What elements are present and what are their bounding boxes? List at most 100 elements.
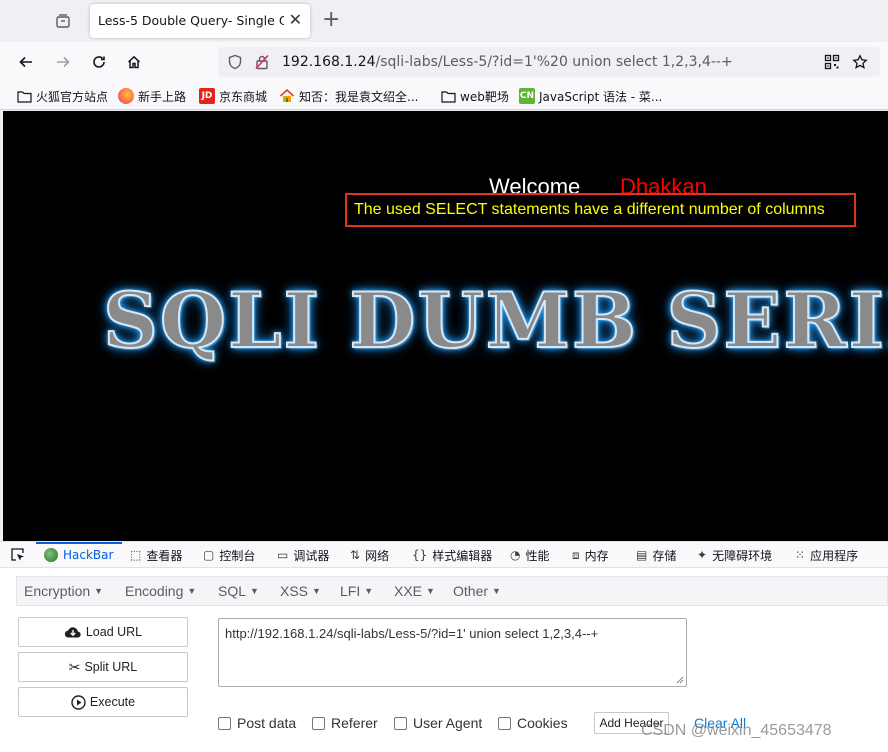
hackbar-icon xyxy=(44,548,58,562)
tab-application[interactable]: ⁙ 应用程序 xyxy=(795,546,858,564)
menu-other[interactable]: Other ▼ xyxy=(453,583,501,599)
tab-storage[interactable]: ▤ 存储 xyxy=(636,546,676,564)
option-label: Cookies xyxy=(517,715,568,731)
scissors-icon: ✂ xyxy=(68,658,81,675)
bookmark-item[interactable]: CN JavaScript 语法 - 菜... xyxy=(519,87,662,105)
load-url-label: Load URL xyxy=(85,625,143,639)
application-icon: ⁙ xyxy=(795,548,806,562)
menu-xxe[interactable]: XXE ▼ xyxy=(394,583,435,599)
insecure-lock-icon[interactable] xyxy=(254,54,270,70)
devtools-tab-label: 无障碍环境 xyxy=(712,548,773,563)
forward-button[interactable] xyxy=(51,50,75,74)
menu-xss[interactable]: XSS ▼ xyxy=(280,583,321,599)
url-text[interactable]: 192.168.1.24/sqli-labs/Less-5/?id=1'%20 … xyxy=(282,54,733,70)
execute-button[interactable]: Execute xyxy=(18,687,188,717)
picker-icon xyxy=(11,548,24,561)
cn-icon: CN xyxy=(519,88,535,104)
split-url-button[interactable]: ✂ Split URL xyxy=(18,652,188,682)
tab-network[interactable]: ⇅ 网络 xyxy=(350,546,389,564)
tab-inspector[interactable]: ⬚ 查看器 xyxy=(130,546,182,564)
tab-list-button[interactable] xyxy=(50,8,76,34)
tab-close-icon[interactable]: ✕ xyxy=(289,10,302,30)
memory-icon: ⧈ xyxy=(572,547,580,562)
sql-error-message: The used SELECT statements have a differ… xyxy=(354,201,825,218)
style-editor-icon: {} xyxy=(412,548,428,562)
sqli-banner: SQLI DUMB SERIES xyxy=(102,275,888,366)
network-icon: ⇅ xyxy=(350,548,361,562)
bookmark-label: web靶场 xyxy=(460,89,509,104)
bookmark-item[interactable]: 知否：我是袁文绍全... xyxy=(279,87,418,105)
tab-memory[interactable]: ⧈ 内存 xyxy=(572,546,609,564)
option-label: Referer xyxy=(331,715,378,731)
reload-button[interactable] xyxy=(87,50,111,74)
qr-code-icon[interactable] xyxy=(824,54,840,70)
tab-performance[interactable]: ◔ 性能 xyxy=(510,546,550,564)
tab-style-editor[interactable]: {} 样式编辑器 xyxy=(412,546,492,564)
bookmarks-toolbar: 火狐官方站点 新手上路 JD 京东商城 知否：我是袁文绍全... web靶场 C… xyxy=(0,82,888,110)
hackbar-panel: Encryption ▼ Encoding ▼ SQL ▼ XSS ▼ LFI ▼ XXE… xyxy=(0,568,888,752)
menu-sql[interactable]: SQL ▼ xyxy=(218,583,259,599)
firefox-icon xyxy=(118,88,134,104)
option-label: User Agent xyxy=(413,715,483,731)
user-agent-checkbox[interactable] xyxy=(394,716,407,730)
new-tab-button[interactable]: + xyxy=(322,6,340,34)
cloud-download-icon xyxy=(64,627,81,638)
devtools-tab-label: 调试器 xyxy=(293,548,330,563)
tab-debugger[interactable]: ▭ 调试器 xyxy=(277,546,329,564)
devtools-tab-label: 应用程序 xyxy=(810,548,859,563)
devtools-tab-label: 样式编辑器 xyxy=(432,548,493,563)
address-bar[interactable]: 192.168.1.24/sqli-labs/Less-5/?id=1'%20 … xyxy=(218,47,880,77)
menu-lfi[interactable]: LFI ▼ xyxy=(340,583,373,599)
bookmark-label: 京东商城 xyxy=(219,89,268,104)
tab-accessibility[interactable]: ✦ 无障碍环境 xyxy=(697,546,772,564)
bookmark-item[interactable]: web靶场 xyxy=(440,87,509,105)
folder-icon xyxy=(440,88,456,104)
back-button[interactable] xyxy=(14,50,38,74)
navigation-bar: 192.168.1.24/sqli-labs/Less-5/?id=1'%20 … xyxy=(0,42,888,82)
chevron-down-icon: ▼ xyxy=(364,586,374,596)
jd-icon: JD xyxy=(199,88,215,104)
tab-console[interactable]: ▢ 控制台 xyxy=(203,546,255,564)
home-button[interactable] xyxy=(122,50,146,74)
cookies-checkbox[interactable] xyxy=(498,716,511,730)
devtools-tab-label: 内存 xyxy=(584,548,609,563)
tab-title: Less-5 Double Query- Single Qu xyxy=(98,13,284,28)
cookies-option[interactable]: Cookies xyxy=(498,715,568,731)
post-data-option[interactable]: Post data xyxy=(218,715,296,731)
chevron-down-icon: ▼ xyxy=(187,586,197,596)
split-url-label: Split URL xyxy=(84,660,138,674)
referer-checkbox[interactable] xyxy=(312,716,325,730)
menu-encryption[interactable]: Encryption ▼ xyxy=(24,583,103,599)
bookmark-item[interactable]: 火狐官方站点 xyxy=(16,87,108,105)
reload-icon xyxy=(93,56,105,68)
tab-hackbar[interactable]: HackBar xyxy=(44,546,113,564)
resize-handle-icon[interactable] xyxy=(674,674,684,684)
bookmark-star-icon[interactable] xyxy=(852,54,868,70)
bookmark-item[interactable]: 新手上路 xyxy=(118,87,186,105)
tab-list-icon xyxy=(56,14,70,28)
bookmark-label: 知否：我是袁文绍全... xyxy=(299,89,419,104)
shield-icon[interactable] xyxy=(227,54,243,70)
folder-icon xyxy=(16,88,32,104)
devtools-tab-label: 性能 xyxy=(525,548,550,563)
user-agent-option[interactable]: User Agent xyxy=(394,715,482,731)
url-host: 192.168.1.24 xyxy=(282,54,376,70)
devtools-tab-label: 网络 xyxy=(365,548,390,563)
chevron-down-icon: ▼ xyxy=(492,586,501,596)
devtools-tab-label: 控制台 xyxy=(219,548,256,563)
post-data-checkbox[interactable] xyxy=(218,716,231,730)
element-picker-button[interactable] xyxy=(10,546,26,564)
option-label: Post data xyxy=(237,715,297,731)
hackbar-url-textarea[interactable]: http://192.168.1.24/sqli-labs/Less-5/?id… xyxy=(218,618,687,687)
referer-option[interactable]: Referer xyxy=(312,715,378,731)
debugger-icon: ▭ xyxy=(277,548,289,562)
menu-encoding[interactable]: Encoding ▼ xyxy=(125,583,196,599)
bookmark-item[interactable]: JD 京东商城 xyxy=(199,87,267,105)
execute-label: Execute xyxy=(89,695,136,709)
house-icon xyxy=(279,88,295,104)
browser-tab-active[interactable]: Less-5 Double Query- Single Qu ✕ xyxy=(90,4,310,38)
hackbar-url-value: http://192.168.1.24/sqli-labs/Less-5/?id… xyxy=(225,626,599,641)
load-url-button[interactable]: Load URL xyxy=(18,617,188,647)
devtools-tab-label: HackBar xyxy=(63,548,114,562)
active-tab-indicator xyxy=(36,542,122,544)
